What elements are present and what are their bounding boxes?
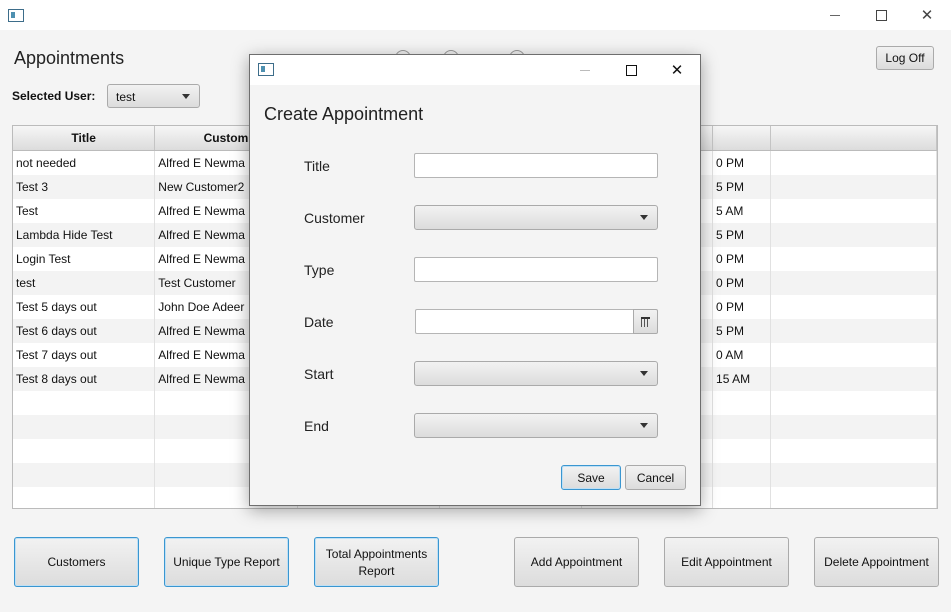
dialog-minimize-button[interactable] xyxy=(562,55,608,85)
cell-title: not needed xyxy=(13,151,156,175)
chevron-down-icon xyxy=(640,371,648,376)
cell-time: 5 PM xyxy=(713,175,772,199)
chevron-down-icon xyxy=(182,94,190,99)
create-appointment-dialog: ✕ Create Appointment Title Customer Type… xyxy=(249,54,701,506)
user-select[interactable]: test xyxy=(107,84,200,108)
cell-time: 5 PM xyxy=(713,319,772,343)
table-cell xyxy=(771,463,937,487)
start-label: Start xyxy=(304,366,334,382)
table-cell xyxy=(13,391,156,415)
cell-time: 0 PM xyxy=(713,295,772,319)
start-time-select[interactable] xyxy=(414,361,658,386)
column-header-title[interactable]: Title xyxy=(13,126,156,150)
table-cell xyxy=(771,175,937,199)
cell-time: 0 PM xyxy=(713,151,772,175)
cancel-button[interactable]: Cancel xyxy=(625,465,686,490)
table-cell xyxy=(771,151,937,175)
button-label-line: Total Appointments xyxy=(325,546,428,561)
cell-title: Test 8 days out xyxy=(13,367,156,391)
table-cell xyxy=(771,223,937,247)
date-label: Date xyxy=(304,314,334,330)
table-cell xyxy=(713,463,772,487)
edit-appointment-button[interactable]: Edit Appointment xyxy=(664,537,789,587)
minimize-button[interactable] xyxy=(812,0,858,30)
column-header[interactable] xyxy=(713,126,771,150)
chevron-down-icon xyxy=(640,423,648,428)
cell-time: 5 AM xyxy=(713,199,772,223)
chevron-down-icon xyxy=(640,215,648,220)
log-off-button[interactable]: Log Off xyxy=(876,46,934,70)
table-cell xyxy=(13,415,156,439)
unique-type-report-button[interactable]: Unique Type Report xyxy=(164,537,289,587)
date-picker-button[interactable] xyxy=(633,309,658,334)
table-cell xyxy=(771,247,937,271)
cell-title: Test 5 days out xyxy=(13,295,156,319)
end-time-select[interactable] xyxy=(414,413,658,438)
cell-time: 0 PM xyxy=(713,247,772,271)
total-appointments-report-button[interactable]: Total Appointments Report xyxy=(314,537,439,587)
column-header[interactable] xyxy=(771,126,937,150)
cell-time: 0 AM xyxy=(713,343,772,367)
calendar-icon xyxy=(641,316,650,327)
table-cell xyxy=(771,439,937,463)
table-cell xyxy=(771,391,937,415)
close-icon: ✕ xyxy=(920,6,934,24)
add-appointment-button[interactable]: Add Appointment xyxy=(514,537,639,587)
window-titlebar[interactable]: ✕ xyxy=(0,0,951,30)
table-cell xyxy=(771,295,937,319)
title-field[interactable] xyxy=(414,153,658,178)
type-label: Type xyxy=(304,262,335,278)
close-icon: ✕ xyxy=(670,61,684,79)
cell-title: test xyxy=(13,271,156,295)
dialog-titlebar[interactable]: ✕ xyxy=(250,55,700,85)
maximize-button[interactable] xyxy=(858,0,904,30)
customers-button[interactable]: Customers xyxy=(14,537,139,587)
table-cell xyxy=(771,271,937,295)
table-cell xyxy=(771,367,937,391)
title-label: Title xyxy=(304,158,330,174)
dialog-title: Create Appointment xyxy=(264,104,424,124)
table-cell xyxy=(771,487,937,508)
cell-title: Test 7 days out xyxy=(13,343,156,367)
user-select-value: test xyxy=(116,90,136,104)
delete-appointment-button[interactable]: Delete Appointment xyxy=(814,537,939,587)
table-cell xyxy=(771,343,937,367)
page-title: Appointments xyxy=(14,48,125,68)
table-cell xyxy=(713,391,772,415)
cell-title: Test 6 days out xyxy=(13,319,156,343)
table-cell xyxy=(771,415,937,439)
minimize-icon xyxy=(830,14,840,16)
type-field[interactable] xyxy=(414,257,658,282)
app-icon xyxy=(8,9,24,22)
cell-time: 0 PM xyxy=(713,271,772,295)
button-label-line: Report xyxy=(358,563,395,578)
cell-title: Test 3 xyxy=(13,175,156,199)
end-label: End xyxy=(304,418,329,434)
table-cell xyxy=(13,487,156,508)
date-field[interactable] xyxy=(415,309,634,334)
cell-time: 5 PM xyxy=(713,223,772,247)
maximize-icon xyxy=(625,64,637,76)
maximize-icon xyxy=(875,9,887,21)
dialog-maximize-button[interactable] xyxy=(608,55,654,85)
cell-title: Test xyxy=(13,199,156,223)
table-cell xyxy=(771,199,937,223)
table-cell xyxy=(713,487,772,508)
app-icon xyxy=(258,63,274,76)
customer-label: Customer xyxy=(304,210,365,226)
cell-time: 15 AM xyxy=(713,367,772,391)
table-cell xyxy=(13,463,156,487)
cell-title: Lambda Hide Test xyxy=(13,223,156,247)
dialog-close-button[interactable]: ✕ xyxy=(654,55,700,85)
table-cell xyxy=(713,415,772,439)
cell-title: Login Test xyxy=(13,247,156,271)
table-cell xyxy=(771,319,937,343)
save-button[interactable]: Save xyxy=(561,465,621,490)
table-cell xyxy=(13,439,156,463)
minimize-icon xyxy=(580,69,590,71)
table-cell xyxy=(713,439,772,463)
selected-user-label: Selected User: xyxy=(12,89,96,103)
close-button[interactable]: ✕ xyxy=(904,0,950,30)
customer-select[interactable] xyxy=(414,205,658,230)
